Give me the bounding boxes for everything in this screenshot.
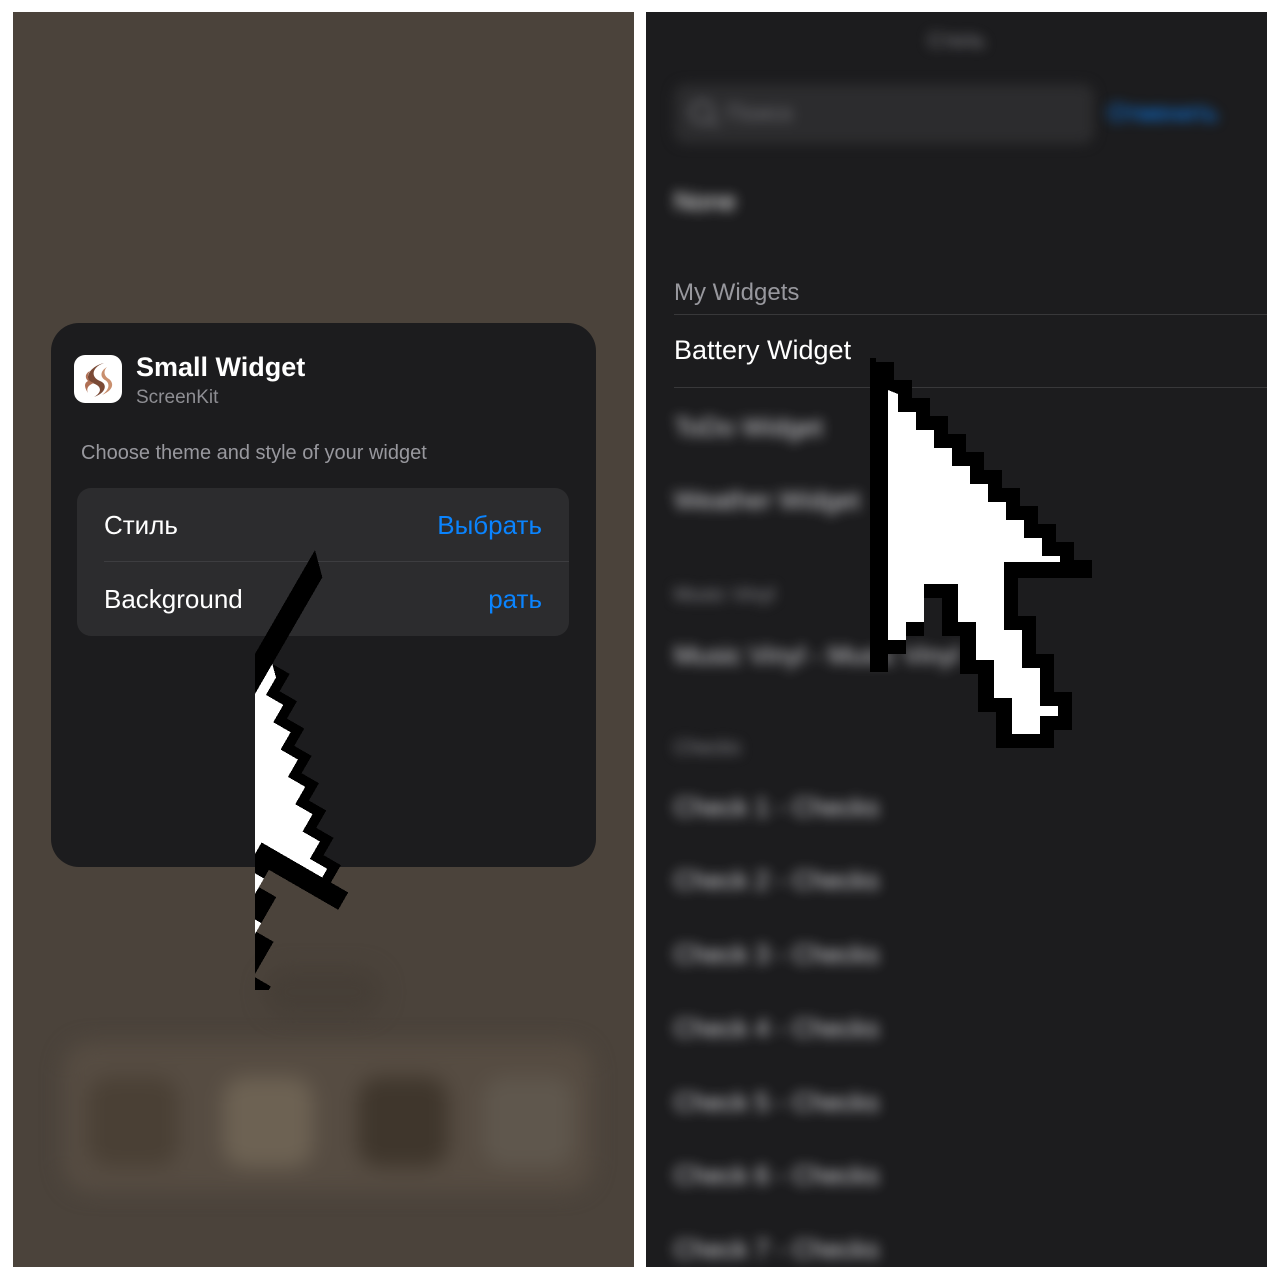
- search-input[interactable]: Поиск: [674, 84, 1094, 144]
- section-header-my-widgets: My Widgets: [674, 279, 800, 306]
- section-header-checks: Checks: [674, 737, 741, 759]
- list-item-weather-widget[interactable]: Weather Widget: [674, 485, 860, 516]
- style-row-label: Стиль: [104, 510, 178, 540]
- cancel-button[interactable]: Отменить: [1108, 100, 1218, 128]
- divider: [674, 314, 1267, 315]
- screenkit-app-icon: [74, 355, 122, 403]
- list-item-check[interactable]: Check 4 - Checks: [674, 1013, 879, 1044]
- blurred-dock: [63, 1042, 593, 1192]
- section-header-music: Music Vinyl: [674, 584, 775, 606]
- list-item-check[interactable]: Check 2 - Checks: [674, 865, 879, 896]
- list-item-check[interactable]: Check 3 - Checks: [674, 939, 879, 970]
- search-placeholder: Поиск: [726, 100, 793, 127]
- list-item-battery-widget[interactable]: Battery Widget: [674, 335, 851, 366]
- pointer-cursor-icon: [862, 350, 1102, 750]
- pointer-cursor-icon: [255, 520, 555, 990]
- list-item-check[interactable]: Check 1 - Checks: [674, 792, 879, 823]
- nav-title: Стиль: [928, 30, 985, 52]
- app-name: ScreenKit: [136, 387, 219, 408]
- search-icon: [690, 100, 714, 124]
- widget-title: Small Widget: [136, 352, 306, 382]
- list-item-todo-widget[interactable]: ToDo Widget: [674, 412, 823, 443]
- list-item-check[interactable]: Check 7 - Checks: [674, 1234, 879, 1265]
- widget-description: Choose theme and style of your widget: [81, 442, 427, 464]
- list-item-check[interactable]: Check 5 - Checks: [674, 1087, 879, 1118]
- list-item-none[interactable]: None: [674, 186, 736, 217]
- list-item-check[interactable]: Check 6 - Checks: [674, 1160, 879, 1191]
- background-row-label: Background: [104, 584, 243, 614]
